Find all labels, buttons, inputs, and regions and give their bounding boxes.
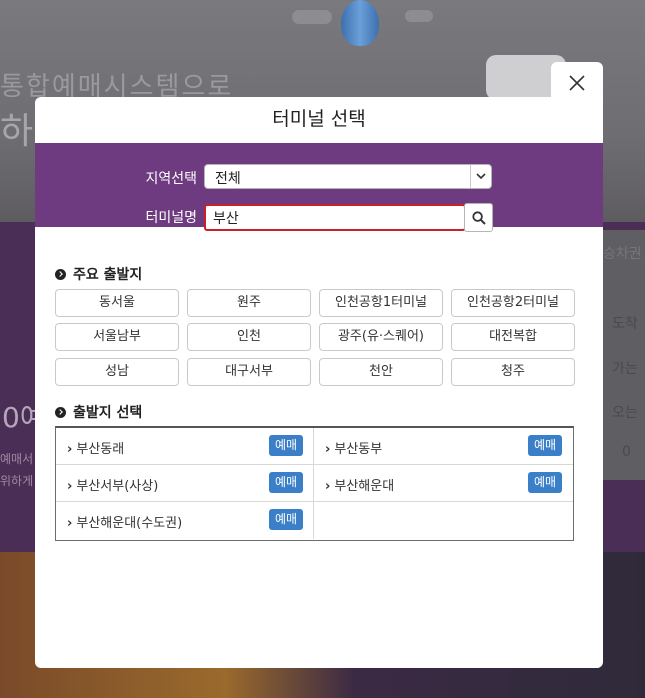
- background-side-label: 가는: [612, 361, 638, 377]
- departure-item[interactable]: 부산동부 예매: [314, 428, 573, 465]
- major-terminal-button[interactable]: 대전복합: [451, 323, 575, 351]
- book-button[interactable]: 예매: [528, 472, 562, 493]
- terminal-name-label: 터미널명: [145, 210, 197, 226]
- close-icon: [569, 75, 585, 91]
- departure-item-label: 부산동래: [67, 438, 124, 457]
- departure-item-label: 부산해운대: [325, 475, 394, 494]
- major-terminal-button[interactable]: 인천공항2터미널: [451, 289, 575, 317]
- departure-item-label: 부산동부: [325, 438, 382, 457]
- major-terminal-button[interactable]: 서울남부: [55, 323, 179, 351]
- departure-item[interactable]: 부산서부(사상) 예매: [56, 465, 313, 502]
- region-select[interactable]: 전체: [204, 164, 492, 189]
- chevron-down-icon: [470, 165, 491, 188]
- background-side-label: 오는: [612, 405, 638, 421]
- departure-select-heading: 출발지 선택: [55, 402, 142, 422]
- balloon-image: [341, 0, 379, 46]
- major-terminal-button[interactable]: 대구서부: [187, 358, 311, 386]
- departure-item-label: 부산서부(사상): [67, 475, 158, 494]
- bullet-arrow-icon: [55, 407, 66, 418]
- book-button[interactable]: 예매: [269, 472, 303, 493]
- background-side-panel: [603, 230, 645, 480]
- book-button[interactable]: 예매: [269, 509, 303, 530]
- major-terminal-button[interactable]: 성남: [55, 358, 179, 386]
- region-select-value: 전체: [215, 171, 241, 187]
- major-departures-heading: 주요 출발지: [55, 264, 142, 284]
- major-terminal-button[interactable]: 천안: [319, 358, 443, 386]
- departure-table: 부산동래 예매 부산동부 예매 부산서부(사상) 예매 부산해운대 예매 부산해…: [55, 426, 574, 541]
- major-terminal-button[interactable]: 인천공항1터미널: [319, 289, 443, 317]
- bullet-arrow-icon: [55, 269, 66, 280]
- search-icon: [471, 210, 486, 225]
- major-terminal-button[interactable]: 동서울: [55, 289, 179, 317]
- book-button[interactable]: 예매: [269, 435, 303, 456]
- modal-title: 터미널 선택: [272, 108, 366, 130]
- cloud-image: [292, 10, 332, 24]
- empty-cell: [314, 502, 573, 539]
- departure-item-label: 부산해운대(수도권): [67, 512, 182, 531]
- departure-item[interactable]: 부산해운대(수도권) 예매: [56, 502, 313, 539]
- background-side-label: 도착: [612, 316, 638, 332]
- book-button[interactable]: 예매: [528, 435, 562, 456]
- major-terminal-button[interactable]: 광주(유·스퀘어): [319, 323, 443, 351]
- major-terminal-button[interactable]: 원주: [187, 289, 311, 317]
- background-side-label: 승차권: [603, 246, 642, 262]
- background-side-label: 0: [622, 444, 631, 460]
- terminal-name-input[interactable]: [204, 204, 466, 231]
- background-banner-text-2: 위하게: [0, 474, 34, 488]
- search-button[interactable]: [464, 203, 493, 232]
- cloud-image: [405, 10, 433, 22]
- search-panel: 지역선택 전체 터미널명: [35, 143, 603, 232]
- departure-item[interactable]: 부산동래 예매: [56, 428, 313, 465]
- major-terminal-button[interactable]: 청주: [451, 358, 575, 386]
- major-terminal-button[interactable]: 인천: [187, 323, 311, 351]
- region-label: 지역선택: [145, 171, 197, 187]
- background-banner-text: 예매서: [0, 452, 34, 466]
- departure-item[interactable]: 부산해운대 예매: [314, 465, 573, 502]
- terminal-select-modal: 터미널 선택 지역선택 전체 터미널명 주요 출발지 동서울 원주 인천공항1터…: [35, 97, 603, 668]
